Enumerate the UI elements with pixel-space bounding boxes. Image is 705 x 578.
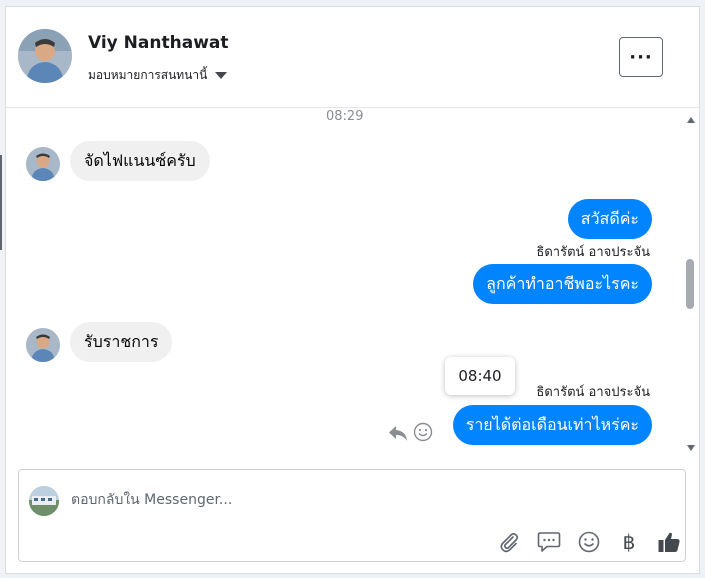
assign-label: มอบหมายการสนทนานี้ (88, 68, 208, 82)
outgoing-message[interactable]: สวัสดีค่ะ (567, 199, 652, 239)
chat-bubble-icon (537, 532, 561, 552)
reply-icon[interactable] (387, 423, 409, 443)
contact-avatar-small (26, 328, 60, 362)
caret-down-icon (215, 72, 228, 79)
message-timestamp: 08:29 (326, 109, 364, 124)
conversation-header: Viy Nanthawat มอบหมายการสนทนานี้ ··· (6, 7, 699, 108)
assign-conversation-dropdown[interactable]: มอบหมายการสนทนานี้ (88, 66, 228, 85)
avatar-photo-icon (18, 29, 72, 83)
scroll-up-arrow-icon[interactable] (687, 117, 695, 123)
avatar-photo-icon (26, 147, 60, 181)
outgoing-message[interactable]: ลูกค้าทำอาชีพอะไรคะ (473, 264, 652, 304)
outgoing-message[interactable]: รายได้ต่อเดือนเท่าไหร่คะ (452, 405, 652, 445)
like-button[interactable] (649, 529, 689, 555)
attach-button[interactable] (489, 529, 529, 555)
payment-button[interactable]: ฿ (609, 529, 649, 555)
timestamp-tooltip: 08:40 (445, 357, 515, 395)
composer-toolbar: ฿ (489, 529, 689, 555)
page-photo-icon (29, 486, 59, 516)
incoming-message[interactable]: รับราชการ (70, 322, 173, 362)
page-avatar (29, 486, 59, 516)
thumbs-up-icon (658, 532, 680, 552)
contact-avatar-small (26, 147, 60, 181)
reply-composer: ฿ (18, 469, 686, 562)
more-options-button[interactable]: ··· (619, 37, 663, 77)
avatar-photo-icon (26, 328, 60, 362)
smiley-icon (578, 531, 600, 553)
contact-avatar[interactable] (18, 29, 72, 83)
paperclip-icon (500, 532, 519, 553)
message-scrollbar[interactable] (685, 115, 697, 453)
contact-name[interactable]: Viy Nanthawat (88, 33, 229, 53)
more-icon: ··· (629, 46, 653, 68)
scroll-down-arrow-icon[interactable] (687, 445, 695, 451)
sender-label: ธิดารัตน์ อาจประจัน (536, 245, 650, 260)
conversation-panel: Viy Nanthawat มอบหมายการสนทนานี้ ··· 08:… (5, 6, 700, 574)
sender-label: ธิดารัตน์ อาจประจัน (536, 385, 650, 400)
reply-input[interactable] (71, 488, 631, 512)
edge-mark (0, 155, 2, 250)
scrollbar-thumb[interactable] (686, 259, 694, 309)
incoming-message[interactable]: จัดไฟแนนซ์ครับ (70, 141, 210, 181)
baht-icon: ฿ (622, 530, 636, 554)
saved-replies-button[interactable] (529, 529, 569, 555)
react-emoji-icon[interactable] (413, 422, 433, 442)
emoji-button[interactable] (569, 529, 609, 555)
